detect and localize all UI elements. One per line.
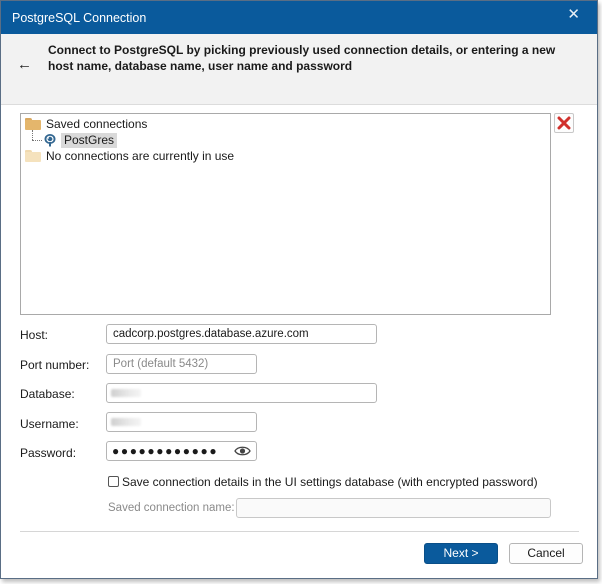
password-mask: ●●●●●●●●●●●● bbox=[112, 444, 219, 458]
tree-node-postgres[interactable]: PostGres bbox=[43, 132, 118, 148]
close-icon[interactable]: ✕ bbox=[567, 5, 580, 23]
show-password-eye-icon[interactable] bbox=[234, 445, 251, 457]
tree-node-in-use[interactable]: No connections are currently in use bbox=[25, 148, 234, 164]
folder-icon bbox=[25, 118, 41, 130]
saved-connection-name-input[interactable] bbox=[236, 498, 551, 518]
username-input[interactable] bbox=[106, 412, 257, 432]
username-label: Username: bbox=[20, 417, 79, 431]
database-input[interactable] bbox=[106, 383, 377, 403]
folder-icon bbox=[25, 150, 41, 162]
dialog-window: PostgreSQL Connection ✕ ← Connect to Pos… bbox=[0, 0, 598, 579]
red-x-icon bbox=[557, 116, 571, 130]
port-input[interactable] bbox=[106, 354, 257, 374]
redacted-value bbox=[111, 389, 141, 397]
divider bbox=[20, 531, 579, 532]
host-input[interactable] bbox=[106, 324, 377, 344]
save-details-label: Save connection details in the UI settin… bbox=[122, 475, 538, 489]
password-label: Password: bbox=[20, 446, 77, 460]
saved-connection-name-label: Saved connection name: bbox=[108, 502, 235, 514]
tree-node-label: PostGres bbox=[61, 132, 118, 148]
delete-connection-button[interactable] bbox=[554, 113, 574, 133]
redacted-value bbox=[111, 418, 141, 426]
postgres-elephant-icon bbox=[43, 133, 57, 147]
tree-node-saved-connections[interactable]: Saved connections bbox=[25, 116, 147, 132]
back-arrow-icon[interactable]: ← bbox=[17, 56, 32, 73]
tree-connector bbox=[32, 130, 33, 140]
header-description: Connect to PostgreSQL by picking previou… bbox=[48, 43, 556, 73]
tree-node-label: Saved connections bbox=[46, 117, 148, 131]
window-title: PostgreSQL Connection bbox=[12, 11, 147, 25]
next-button[interactable]: Next > bbox=[424, 543, 498, 564]
title-bar: PostgreSQL Connection ✕ bbox=[1, 1, 597, 34]
dialog-header: ← Connect to PostgreSQL by picking previ… bbox=[1, 34, 597, 105]
save-details-checkbox[interactable] bbox=[108, 476, 119, 487]
database-label: Database: bbox=[20, 387, 75, 401]
connections-tree[interactable]: Saved connections PostGres No connection… bbox=[20, 113, 551, 315]
cancel-button[interactable]: Cancel bbox=[509, 543, 583, 564]
host-label: Host: bbox=[20, 328, 49, 342]
port-label: Port number: bbox=[20, 358, 90, 372]
tree-node-label: No connections are currently in use bbox=[46, 149, 235, 163]
tree-connector bbox=[32, 140, 42, 141]
